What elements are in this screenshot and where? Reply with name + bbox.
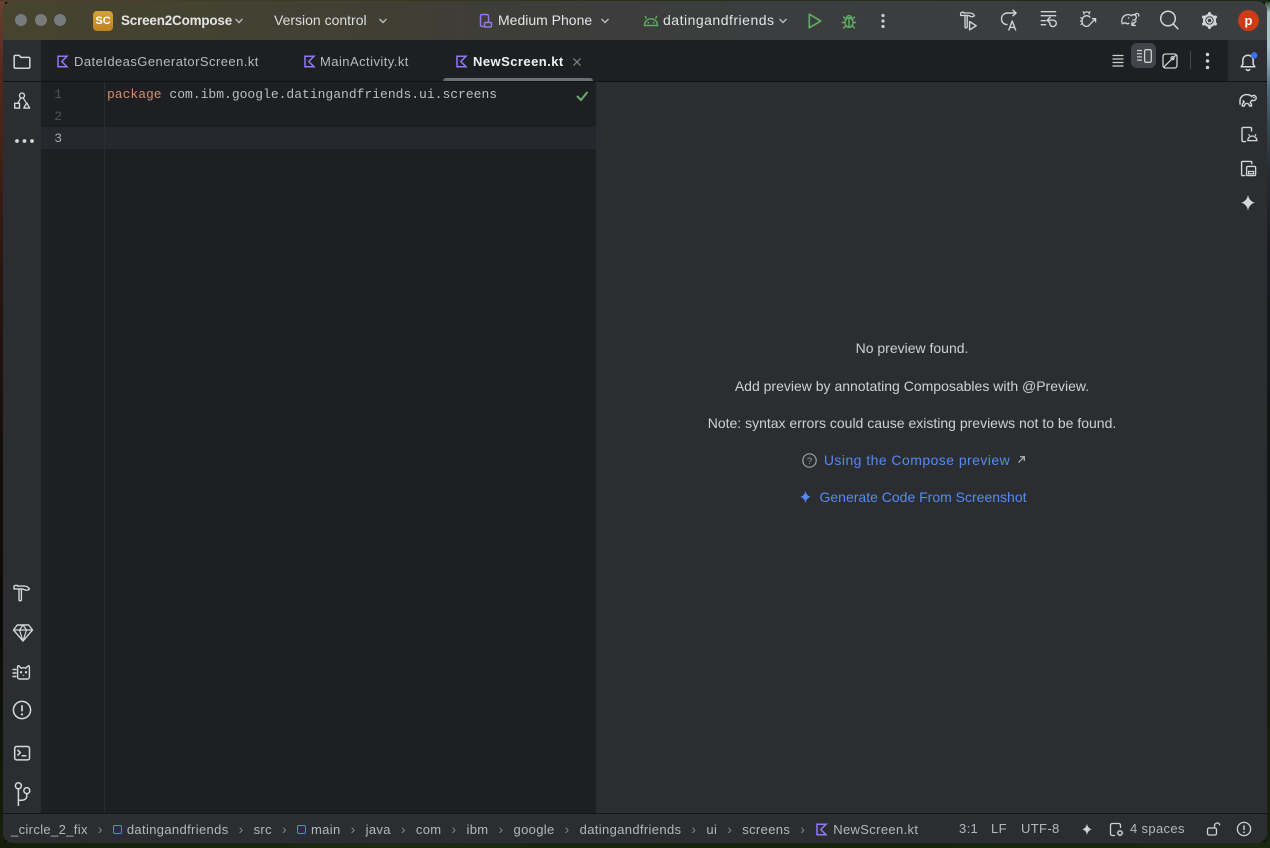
svg-text:?: ? [807, 456, 812, 467]
